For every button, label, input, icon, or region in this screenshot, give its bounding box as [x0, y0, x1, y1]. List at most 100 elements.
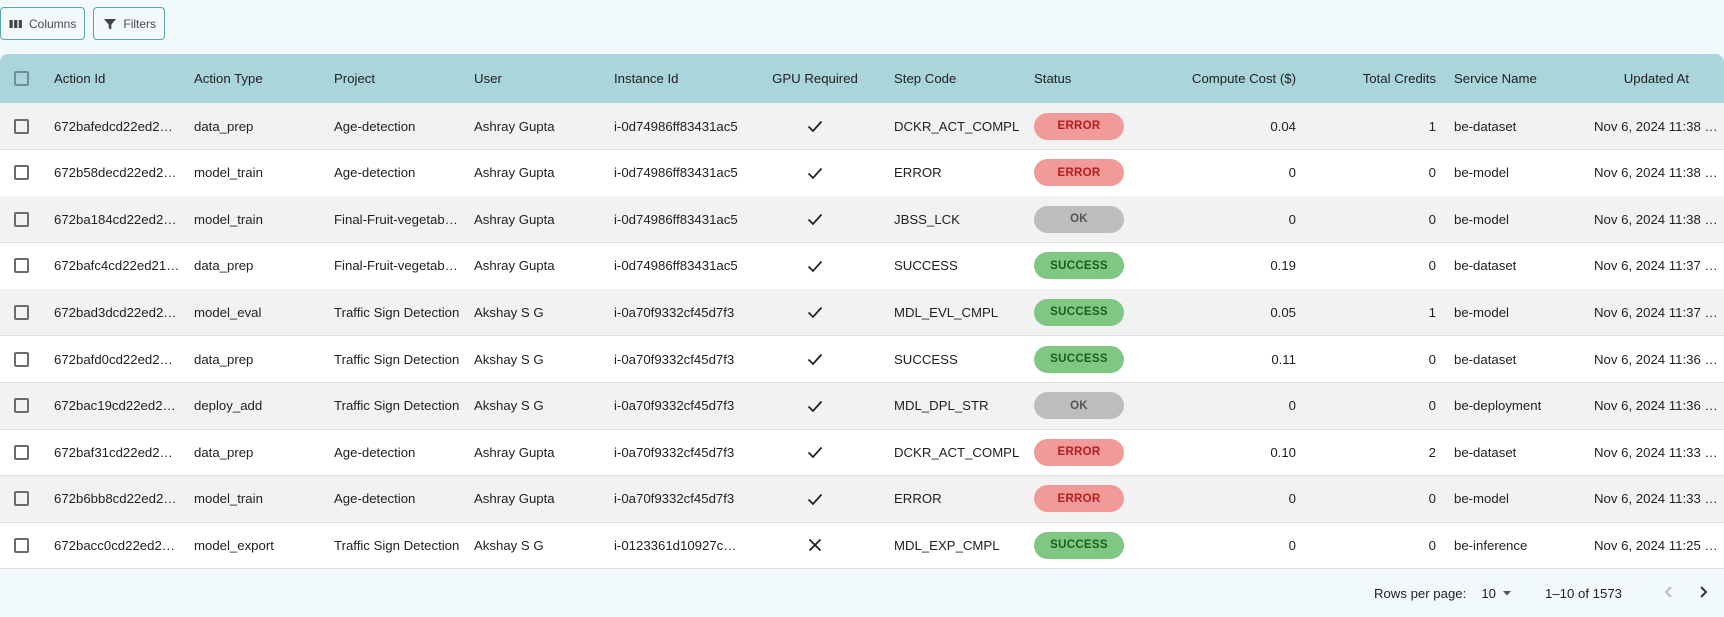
- cell-status: SUCCESS: [1034, 243, 1154, 289]
- cell-status: ERROR: [1034, 103, 1154, 149]
- row-checkbox[interactable]: [14, 211, 29, 227]
- table-row[interactable]: 672bacc0cd22ed2… model_export Traffic Sign…: [0, 522, 1724, 570]
- cell-service-name: be-model: [1454, 165, 1509, 181]
- cell-compute-cost: 0: [1288, 491, 1296, 507]
- cell-step-code: JBSS_LCK: [894, 211, 960, 227]
- cell-updated-at: Nov 6, 2024 11:38 …: [1594, 165, 1718, 181]
- cell-service-name: be-inference: [1454, 537, 1528, 553]
- row-checkbox[interactable]: [14, 165, 29, 181]
- column-header-updated-at[interactable]: Updated At: [1590, 54, 1689, 103]
- row-checkbox[interactable]: [14, 537, 29, 553]
- cell-step-code: ERROR: [894, 165, 942, 181]
- cell-service-name: be-deployment: [1454, 398, 1542, 414]
- cell-status: ERROR: [1034, 429, 1154, 475]
- cell-instance-id: i-0a70f9332cf45d7f3: [614, 304, 735, 320]
- cell-action-type: model_export: [194, 537, 274, 553]
- cell-status: ERROR: [1034, 150, 1154, 196]
- filters-button[interactable]: Filters: [93, 7, 166, 40]
- cell-instance-id: i-0d74986ff83431ac5: [614, 211, 738, 227]
- cell-gpu-required: [760, 522, 870, 568]
- cell-total-credits: 1: [1428, 304, 1436, 320]
- previous-page-button[interactable]: [1652, 577, 1686, 611]
- row-checkbox-cell: [14, 522, 30, 568]
- cell-action-id: 672bafc4cd22ed21…: [54, 258, 180, 274]
- table-row[interactable]: 672b6bb8cd22ed2… model_train Age-detection…: [0, 475, 1724, 523]
- status-badge: ERROR: [1034, 485, 1124, 513]
- next-page-button[interactable]: [1686, 577, 1720, 611]
- table-row[interactable]: 672bac19cd22ed2… deploy_add Traffic Sign D…: [0, 382, 1724, 430]
- cell-action-type: model_eval: [194, 304, 262, 320]
- cell-updated-at: Nov 6, 2024 11:37 …: [1594, 258, 1718, 274]
- cell-project: Age-detection: [334, 444, 416, 460]
- status-badge: SUCCESS: [1034, 345, 1124, 373]
- cell-compute-cost: 0: [1288, 165, 1296, 181]
- columns-button-label: Columns: [29, 16, 77, 31]
- cell-compute-cost: 0.05: [1270, 304, 1296, 320]
- cell-step-code: DCKR_ACT_COMPL: [894, 118, 1020, 134]
- cell-gpu-required: [760, 289, 870, 335]
- cell-action-id: 672bafd0cd22ed21…: [54, 351, 180, 367]
- columns-button[interactable]: Columns: [0, 7, 86, 40]
- rows-per-page-select[interactable]: 10: [1481, 586, 1512, 601]
- checkmark-icon: [806, 397, 824, 415]
- cell-instance-id: i-0a70f9332cf45d7f3: [614, 351, 735, 367]
- column-header-user[interactable]: User: [474, 54, 604, 103]
- table-row[interactable]: 672ba184cd22ed2… model_train Final-Fruit-v…: [0, 196, 1724, 244]
- column-header-instance-id[interactable]: Instance Id: [614, 54, 744, 103]
- table-row[interactable]: 672bafd0cd22ed21… data_prep Traffic Sign D…: [0, 336, 1724, 383]
- table-row[interactable]: 672b58decd22ed2… model_train Age-detection…: [0, 150, 1724, 197]
- cell-total-credits: 0: [1428, 491, 1436, 507]
- table-row[interactable]: 672bad3dcd22ed2… model_eval Traffic Sign D…: [0, 289, 1724, 337]
- cell-total-credits: 0: [1428, 211, 1436, 227]
- cell-compute-cost: 0.11: [1271, 351, 1296, 367]
- cell-user: Akshay S G: [474, 537, 544, 553]
- cell-gpu-required: [760, 103, 870, 149]
- cell-project: Age-detection: [334, 118, 416, 134]
- cell-project: Traffic Sign Detection: [334, 304, 460, 320]
- row-checkbox[interactable]: [14, 258, 29, 274]
- cell-project: Age-detection: [334, 165, 416, 181]
- cell-step-code: DCKR_ACT_COMPL: [894, 444, 1020, 460]
- row-checkbox[interactable]: [14, 118, 29, 134]
- cell-instance-id: i-0a70f9332cf45d7f3: [614, 491, 735, 507]
- close-icon: [806, 536, 824, 554]
- cell-step-code: MDL_DPL_STR: [894, 398, 989, 414]
- cell-project: Final-Fruit-vegetab…: [334, 258, 458, 274]
- column-header-project[interactable]: Project: [334, 54, 464, 103]
- cell-action-type: data_prep: [194, 258, 254, 274]
- cell-gpu-required: [760, 476, 870, 522]
- checkmark-icon: [806, 117, 824, 135]
- cell-gpu-required: [760, 383, 870, 429]
- cell-gpu-required: [760, 336, 870, 382]
- cell-service-name: be-dataset: [1454, 444, 1517, 460]
- cell-action-id: 672bacc0cd22ed2…: [54, 537, 175, 553]
- chevron-right-icon: [1695, 584, 1711, 603]
- column-header-service-name[interactable]: Service Name: [1454, 54, 1584, 103]
- row-checkbox[interactable]: [14, 444, 29, 460]
- column-header-gpu-required[interactable]: GPU Required: [760, 54, 870, 103]
- column-header-step-code[interactable]: Step Code: [894, 54, 1024, 103]
- row-checkbox[interactable]: [14, 351, 29, 367]
- status-badge: ERROR: [1034, 159, 1124, 187]
- row-checkbox[interactable]: [14, 398, 29, 414]
- cell-project: Traffic Sign Detection: [334, 398, 460, 414]
- select-all-checkbox[interactable]: [14, 71, 29, 86]
- select-all-checkbox-cell: [14, 54, 30, 103]
- table-row[interactable]: 672bafc4cd22ed21… data_prep Final-Fruit-ve…: [0, 243, 1724, 290]
- column-header-status[interactable]: Status: [1034, 54, 1154, 103]
- cell-service-name: be-dataset: [1454, 351, 1517, 367]
- status-badge: SUCCESS: [1034, 252, 1124, 280]
- row-checkbox[interactable]: [14, 304, 29, 320]
- column-header-action-type[interactable]: Action Type: [194, 54, 324, 103]
- checkmark-icon: [806, 350, 824, 368]
- table-row[interactable]: 672baf31cd22ed21… data_prep Age-detection A…: [0, 429, 1724, 477]
- cell-user: Akshay S G: [474, 351, 544, 367]
- column-header-compute-cost[interactable]: Compute Cost ($): [1160, 54, 1296, 103]
- column-header-action-id[interactable]: Action Id: [54, 54, 184, 103]
- cell-user: Ashray Gupta: [474, 211, 555, 227]
- pagination-range: 1–10 of 1573: [1544, 586, 1622, 601]
- row-checkbox[interactable]: [14, 491, 29, 507]
- row-checkbox-cell: [14, 383, 30, 429]
- table-row[interactable]: 672bafedcd22ed21… data_prep Age-detection A…: [0, 103, 1724, 150]
- column-header-total-credits[interactable]: Total Credits: [1306, 54, 1436, 103]
